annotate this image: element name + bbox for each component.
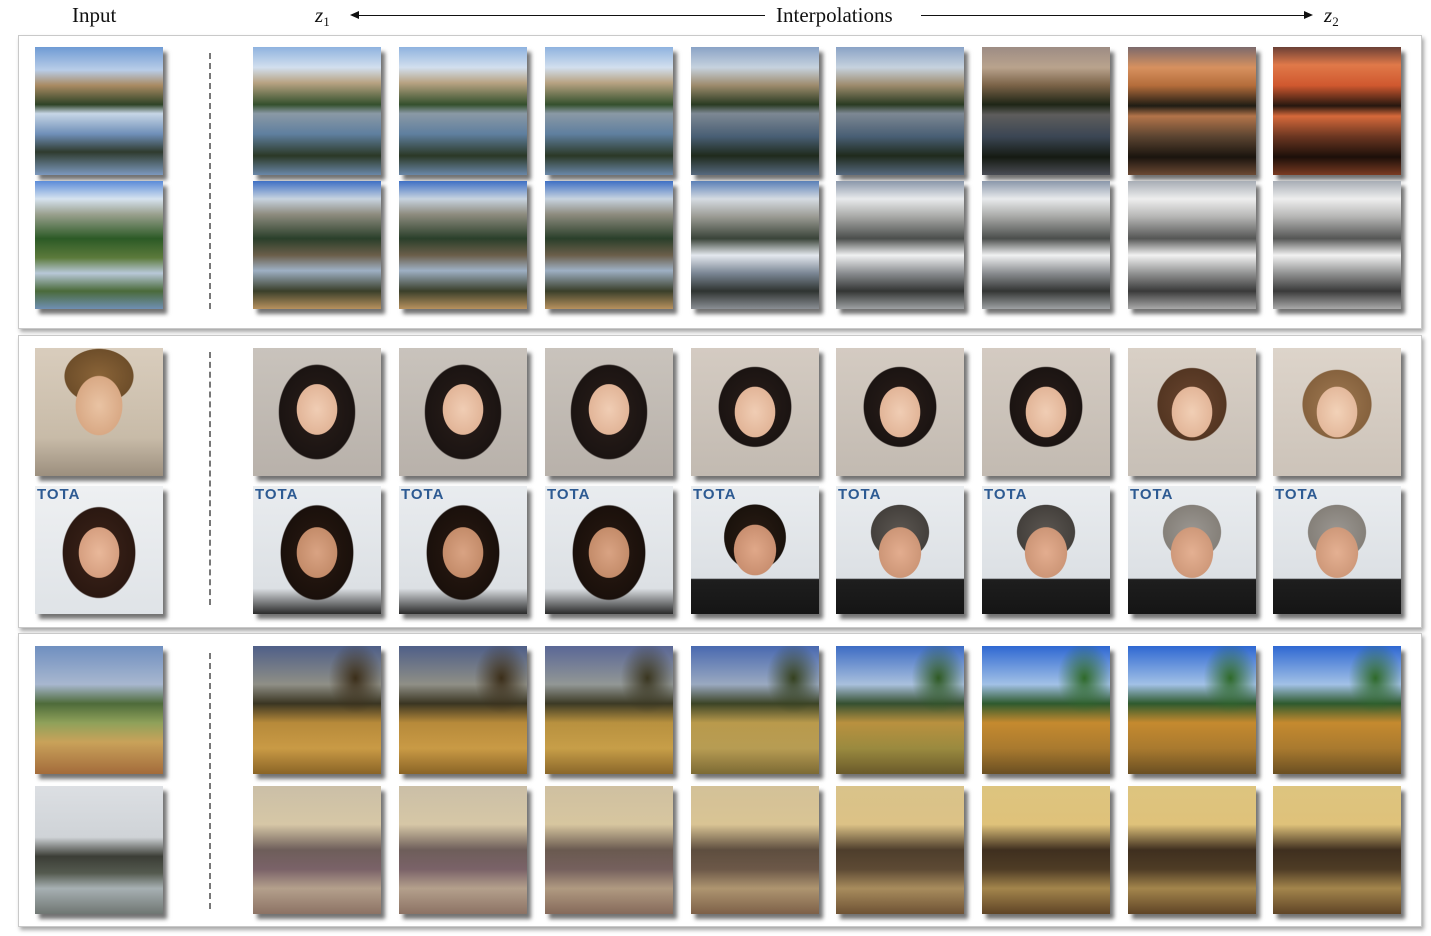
input-column-label: Input	[72, 3, 117, 27]
interp-image	[545, 348, 673, 476]
overlay-text: TOTA	[255, 486, 299, 503]
interp-image	[399, 181, 527, 309]
input-image-face-2: TOTA	[35, 486, 163, 614]
right-arrow	[921, 11, 1313, 19]
separator-line	[209, 352, 211, 605]
interp-image	[1273, 348, 1401, 476]
interp-image	[399, 786, 527, 914]
interp-image	[836, 47, 964, 175]
interp-image	[691, 646, 819, 774]
input-image-landscape-2	[35, 181, 163, 309]
interp-image	[691, 181, 819, 309]
interp-image: TOTA	[982, 486, 1110, 614]
interp-image: TOTA	[399, 486, 527, 614]
interp-image	[691, 348, 819, 476]
interp-image	[253, 786, 381, 914]
interp-image	[399, 47, 527, 175]
overlay-text: TOTA	[401, 486, 445, 503]
landscape-panel	[18, 35, 1422, 329]
interp-image	[982, 348, 1110, 476]
interp-image	[399, 348, 527, 476]
overlay-text: TOTA	[693, 486, 737, 503]
z2-letter: z	[1324, 3, 1333, 27]
interp-image	[691, 786, 819, 914]
interp-image	[545, 786, 673, 914]
input-image-boat	[35, 786, 163, 914]
separator-line	[209, 653, 211, 909]
interp-image: TOTA	[545, 486, 673, 614]
interp-image	[836, 786, 964, 914]
separator-line	[209, 53, 211, 309]
interp-image	[545, 47, 673, 175]
input-image-landscape-1	[35, 47, 163, 175]
interp-image: TOTA	[691, 486, 819, 614]
interp-image	[982, 47, 1110, 175]
overlay-text: TOTA	[1130, 486, 1174, 503]
z1-label: z1	[315, 0, 330, 30]
interp-image: TOTA	[1273, 486, 1401, 614]
interp-image	[253, 646, 381, 774]
z1-subscript: 1	[323, 14, 330, 29]
interp-image	[1128, 348, 1256, 476]
interp-image	[1128, 47, 1256, 175]
interp-image	[1273, 47, 1401, 175]
left-arrow	[350, 11, 765, 19]
interp-image	[982, 181, 1110, 309]
z2-label: z2	[1324, 0, 1339, 30]
faces-panel: TOTA TOTA TOTA TOTA TOTA TOTA TOTA TOTA …	[18, 335, 1422, 628]
interp-image: TOTA	[253, 486, 381, 614]
interpolations-label: Interpolations	[776, 3, 893, 27]
overlay-text: TOTA	[1275, 486, 1319, 503]
interp-image	[836, 348, 964, 476]
interp-image	[982, 786, 1110, 914]
z1-letter: z	[315, 3, 324, 27]
interp-image	[253, 181, 381, 309]
overlay-text: TOTA	[984, 486, 1028, 503]
interp-image	[1273, 786, 1401, 914]
overlay-text: TOTA	[838, 486, 882, 503]
paintings-panel	[18, 633, 1422, 927]
input-image-painting	[35, 646, 163, 774]
interp-image	[545, 181, 673, 309]
interp-image	[545, 646, 673, 774]
interp-image	[836, 646, 964, 774]
interp-image: TOTA	[1128, 486, 1256, 614]
interp-image	[1128, 181, 1256, 309]
interp-image	[691, 47, 819, 175]
interp-image	[1273, 646, 1401, 774]
z2-subscript: 2	[1332, 14, 1339, 29]
interp-image: TOTA	[836, 486, 964, 614]
interp-image	[1128, 786, 1256, 914]
interp-image	[982, 646, 1110, 774]
input-image-face-1	[35, 348, 163, 476]
overlay-text: TOTA	[547, 486, 591, 503]
interp-image	[253, 348, 381, 476]
interp-image	[836, 181, 964, 309]
interp-image	[1128, 646, 1256, 774]
overlay-text: TOTA	[37, 486, 81, 503]
interp-image	[253, 47, 381, 175]
interp-image	[399, 646, 527, 774]
interp-image	[1273, 181, 1401, 309]
